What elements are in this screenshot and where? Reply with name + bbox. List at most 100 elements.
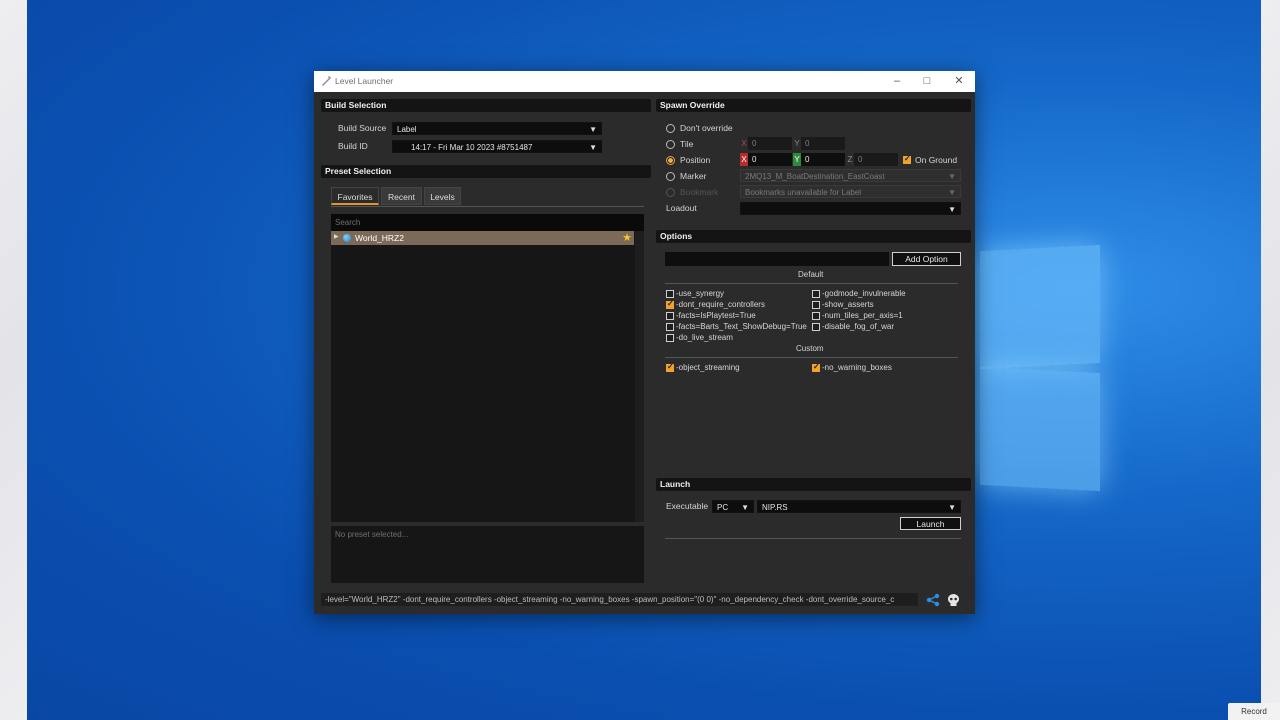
option-label: -use_synergy [676,289,725,298]
position-label: Position [680,155,711,165]
desktop-left-border [0,0,27,720]
list-item[interactable]: ▶ World_HRZ2 ★ [331,231,634,245]
minimize-button[interactable]: – [882,73,912,90]
position-x-input[interactable]: 0 [748,153,792,166]
on-ground-label: On Ground [915,155,958,165]
option-label: -facts=Barts_Text_ShowDebug=True [676,322,807,331]
build-source-dropdown[interactable]: Label ▼ [392,122,602,135]
executable-dropdown[interactable]: NIP.RS ▼ [757,500,961,513]
window-title: Level Launcher [335,76,394,86]
desktop-right-border [1261,0,1280,720]
preset-details-panel: No preset selected... [331,526,644,583]
launch-button[interactable]: Launch [900,517,961,530]
option-label: -facts=IsPlaytest=True [676,311,756,320]
build-source-value: Label [397,125,417,134]
build-source-label: Build Source [338,123,387,133]
maximize-icon: □ [923,75,931,87]
bookmark-dropdown[interactable]: Bookmarks unavailable for Label ▼ [740,185,961,198]
build-id-dropdown[interactable]: 14:17 - Fri Mar 10 2023 #8751487 ▼ [392,140,602,153]
chevron-down-icon: ▼ [948,503,956,512]
radio-dont-override[interactable] [666,124,675,133]
bookmark-value: Bookmarks unavailable for Label [745,188,862,197]
radio-marker[interactable] [666,172,675,181]
launch-header: Launch [656,478,971,491]
dont-override-label: Don't override [680,123,733,133]
option-checkbox[interactable] [812,362,820,372]
option-label: -dont_require_controllers [676,300,765,309]
custom-separator [665,357,958,358]
marker-value: 2MQ13_M_BoatDestination_EastCoast [745,172,885,181]
tab-favorites[interactable]: Favorites [331,187,379,205]
option-label: -object_streaming [676,363,740,372]
chevron-down-icon: ▼ [948,172,956,181]
radio-position[interactable] [666,156,675,165]
add-option-button[interactable]: Add Option [892,252,961,266]
launch-separator [665,538,961,539]
windows-logo [972,240,1102,492]
minimize-icon: – [893,75,901,87]
preset-selection-header: Preset Selection [321,165,651,178]
on-ground-checkbox[interactable] [903,154,911,164]
tile-y-axis-label: Y [794,139,800,148]
bookmark-label: Bookmark [680,187,719,197]
option-label: -disable_fog_of_war [822,322,895,331]
platform-dropdown[interactable]: PC ▼ [712,500,754,513]
option-checkbox[interactable] [812,323,820,331]
close-button[interactable]: ✕ [944,73,974,90]
position-y-axis-label: Y [793,153,801,166]
option-checkbox[interactable] [666,299,674,309]
level-launcher-window: Level Launcher – □ ✕ Build Selection Bui… [314,71,975,614]
skull-icon[interactable] [947,593,960,607]
expand-arrow-icon[interactable]: ▶ [334,233,339,240]
maximize-button[interactable]: □ [912,73,942,90]
close-icon: ✕ [954,75,964,87]
option-checkbox[interactable] [666,362,674,372]
globe-icon [343,234,351,242]
marker-dropdown[interactable]: 2MQ13_M_BoatDestination_EastCoast ▼ [740,169,961,182]
position-z-input[interactable]: 0 [854,153,898,166]
option-label: -godmode_invulnerable [822,289,906,298]
option-checkbox[interactable] [666,290,674,298]
tile-x-input[interactable]: 0 [748,137,792,150]
build-id-value: 14:17 - Fri Mar 10 2023 #8751487 [411,143,533,152]
radio-bookmark[interactable] [666,188,675,197]
chevron-down-icon: ▼ [948,205,956,214]
option-input[interactable] [665,252,889,266]
tile-y-input[interactable]: 0 [801,137,845,150]
preset-search-input[interactable]: Search [331,214,644,231]
custom-options-label: Custom [796,344,824,353]
option-checkbox[interactable] [812,290,820,298]
platform-value: PC [717,503,729,512]
executable-label: Executable [666,501,709,511]
position-y-input[interactable]: 0 [801,153,845,166]
build-id-label: Build ID [338,141,368,151]
option-label: -show_asserts [822,300,874,309]
option-checkbox[interactable] [666,312,674,320]
spawn-override-header: Spawn Override [656,99,971,112]
default-separator [665,283,958,284]
position-z-axis-label: Z [847,155,853,164]
record-label[interactable]: Record [1228,703,1280,720]
preset-item-label: World_HRZ2 [355,233,404,243]
favorite-star-icon[interactable]: ★ [622,231,632,244]
chevron-down-icon: ▼ [741,503,749,512]
command-line-field[interactable]: -level="World_HRZ2" -dont_require_contro… [321,593,918,606]
tab-recent[interactable]: Recent [381,187,422,205]
options-header: Options [656,230,971,243]
app-icon [322,76,331,86]
option-checkbox[interactable] [666,334,674,342]
option-checkbox[interactable] [812,312,820,320]
preset-list-scrollbar[interactable] [635,231,644,522]
position-x-axis-label: X [740,153,748,166]
option-checkbox[interactable] [812,301,820,309]
loadout-label: Loadout [666,203,697,213]
loadout-dropdown[interactable]: ▼ [740,202,961,215]
preset-list-panel: Search ▶ World_HRZ2 ★ [331,214,644,522]
build-selection-header: Build Selection [321,99,651,112]
tab-levels[interactable]: Levels [424,187,461,205]
radio-tile[interactable] [666,140,675,149]
share-icon[interactable] [926,593,940,607]
option-label: -no_warning_boxes [822,363,892,372]
tab-underline [331,206,644,207]
option-checkbox[interactable] [666,323,674,331]
